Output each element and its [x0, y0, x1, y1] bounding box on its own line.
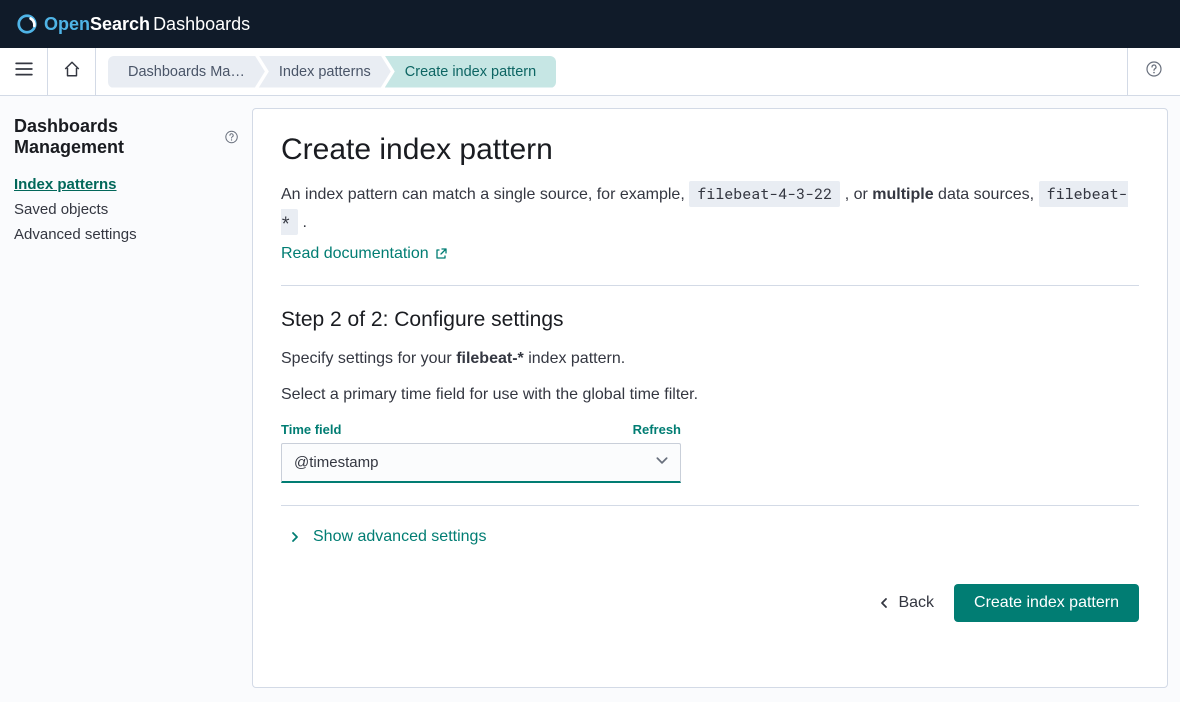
documentation-link[interactable]: Read documentation: [281, 245, 447, 263]
breadcrumb-item-create: Create index pattern: [385, 56, 556, 88]
time-field-input[interactable]: [281, 443, 681, 483]
top-banner: OpenSearchDashboards: [0, 0, 1180, 48]
external-link-icon: [435, 248, 447, 260]
sidebar: Dashboards Management Index patterns Sav…: [0, 96, 252, 702]
help-button[interactable]: [1146, 61, 1162, 82]
brand-logo[interactable]: OpenSearchDashboards: [16, 13, 250, 35]
main-card: Create index pattern An index pattern ca…: [252, 108, 1168, 688]
create-index-pattern-button[interactable]: Create index pattern: [954, 584, 1139, 622]
time-field-label: Time field: [281, 422, 341, 437]
breadcrumbs: Dashboards Ma… Index patterns Create ind…: [108, 56, 556, 88]
sidebar-item-advanced-settings[interactable]: Advanced settings: [14, 222, 238, 247]
divider: [281, 505, 1139, 506]
chevron-left-icon: [878, 597, 890, 609]
refresh-button[interactable]: Refresh: [633, 422, 681, 437]
home-button[interactable]: [48, 48, 96, 95]
time-field-select[interactable]: [281, 443, 681, 483]
chevron-right-icon: [289, 531, 301, 543]
sidebar-item-saved-objects[interactable]: Saved objects: [14, 197, 238, 222]
opensearch-logo-icon: [16, 13, 38, 35]
step-spec-text: Specify settings for your filebeat-* ind…: [281, 350, 1139, 368]
step-title: Step 2 of 2: Configure settings: [281, 308, 1139, 332]
sidebar-item-index-patterns[interactable]: Index patterns: [14, 172, 238, 197]
page-description: An index pattern can match a single sour…: [281, 181, 1139, 237]
nav-bar: Dashboards Ma… Index patterns Create ind…: [0, 48, 1180, 96]
page-title: Create index pattern: [281, 133, 1139, 167]
breadcrumb-item-index-patterns[interactable]: Index patterns: [259, 56, 391, 88]
divider: [281, 285, 1139, 286]
brand-text: OpenSearchDashboards: [44, 14, 250, 35]
hamburger-icon: [15, 60, 33, 83]
sidebar-title: Dashboards Management: [14, 116, 238, 158]
help-icon[interactable]: [225, 130, 238, 144]
breadcrumb-item-management[interactable]: Dashboards Ma…: [108, 56, 265, 88]
home-icon: [63, 60, 81, 83]
code-example-single: filebeat-4-3-22: [689, 181, 840, 207]
advanced-settings-toggle[interactable]: Show advanced settings: [289, 528, 486, 546]
back-button[interactable]: Back: [878, 594, 934, 612]
hamburger-menu-button[interactable]: [0, 48, 48, 95]
step-time-text: Select a primary time field for use with…: [281, 386, 1139, 404]
